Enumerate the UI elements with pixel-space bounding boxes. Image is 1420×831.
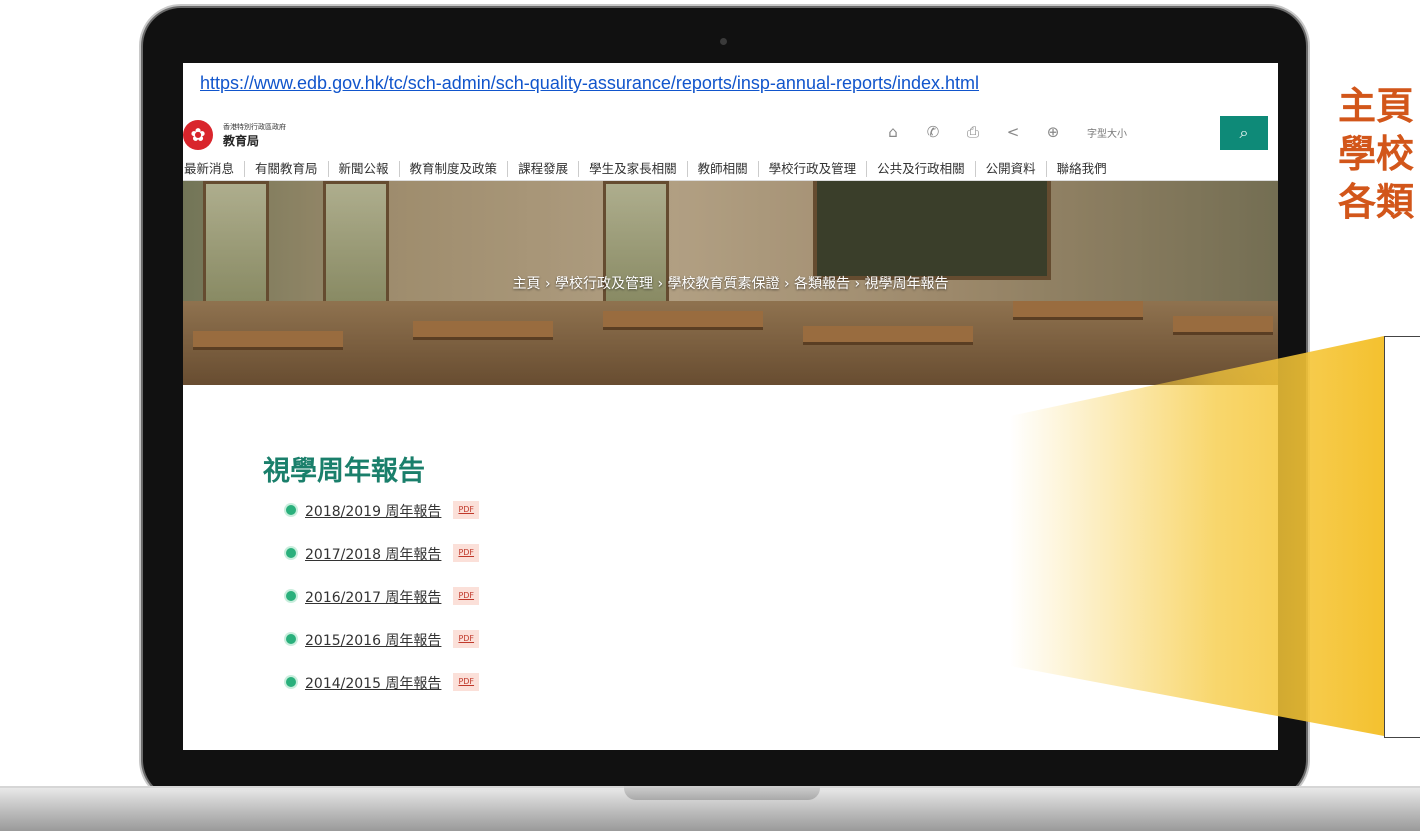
list-item: 2018/2019 周年報告 PDF [286, 501, 480, 544]
bauhinia-logo-icon: ✿ [183, 120, 213, 150]
main-nav: 最新消息 有關教育局 新聞公報 教育制度及政策 課程發展 學生及家長相關 教師相… [183, 158, 1278, 181]
nav-item-open-data[interactable]: 公開資料 [976, 161, 1047, 177]
pdf-badge-link[interactable]: PDF [453, 501, 480, 519]
report-link[interactable]: 2015/2016 周年報告 [305, 630, 441, 650]
nav-item-about-edb[interactable]: 有關教育局 [245, 161, 329, 177]
list-item: 2016/2017 周年報告 PDF [286, 587, 480, 630]
pdf-badge-link[interactable]: PDF [453, 544, 480, 562]
search-icon: ⌕ [1239, 123, 1249, 142]
breadcrumb: 主頁 › 學校行政及管理 › 學校教育質素保證 › 各類報告 › 視學周年報告 [512, 276, 949, 292]
search-button[interactable]: ⌕ [1220, 116, 1268, 150]
hero-banner: 主頁 › 學校行政及管理 › 學校教育質素保證 › 各類報告 › 視學周年報告 [183, 181, 1278, 385]
bullet-icon [286, 677, 296, 687]
report-list: 2018/2019 周年報告 PDF 2017/2018 周年報告 PDF 20… [286, 501, 480, 716]
overlay-heading-line: 各類 [1338, 180, 1415, 224]
nav-item-teachers[interactable]: 教師相關 [688, 161, 759, 177]
report-link[interactable]: 2014/2015 周年報告 [305, 673, 441, 693]
bullet-icon [286, 548, 296, 558]
nav-item-contact[interactable]: 聯絡我們 [1047, 161, 1117, 177]
nav-item-students-parents[interactable]: 學生及家長相關 [579, 161, 688, 177]
org-name: 教育局 [223, 133, 260, 148]
laptop-base-notch [624, 786, 820, 800]
site-logo[interactable]: ✿ 香港特別行政區政府 教育局 [183, 120, 286, 150]
nav-item-school-admin[interactable]: 學校行政及管理 [759, 161, 868, 177]
print-icon[interactable]: ⎙ [953, 123, 993, 141]
callout-box [1384, 336, 1420, 738]
overlay-heading: 主頁 學校 各類 [1338, 82, 1414, 226]
report-link[interactable]: 2017/2018 周年報告 [305, 544, 441, 564]
nav-item-policy[interactable]: 教育制度及政策 [400, 161, 509, 177]
phone-icon[interactable]: ✆ [913, 123, 953, 141]
page-url-link[interactable]: https://www.edb.gov.hk/tc/sch-admin/sch-… [200, 73, 979, 94]
browser-viewport: https://www.edb.gov.hk/tc/sch-admin/sch-… [183, 63, 1278, 750]
bullet-icon [286, 591, 296, 601]
page-title: 視學周年報告 [263, 456, 425, 487]
font-size-button[interactable]: 字型大小 [1087, 125, 1127, 140]
home-icon[interactable]: ⌂ [873, 123, 913, 141]
share-icon[interactable]: < [993, 123, 1033, 141]
bullet-icon [286, 634, 296, 644]
nav-item-press[interactable]: 新聞公報 [329, 161, 400, 177]
laptop-frame: https://www.edb.gov.hk/tc/sch-admin/sch-… [143, 8, 1306, 798]
globe-icon[interactable]: ⊕ [1033, 123, 1073, 141]
header-tools: ⌂ ✆ ⎙ < ⊕ 字型大小 [873, 123, 1147, 141]
org-small-title: 香港特別行政區政府 [223, 123, 286, 131]
report-link[interactable]: 2018/2019 周年報告 [305, 501, 441, 521]
nav-item-curriculum[interactable]: 課程發展 [508, 161, 580, 177]
nav-item-news[interactable]: 最新消息 [183, 161, 246, 177]
overlay-heading-line: 主頁 [1338, 84, 1415, 128]
pdf-badge-link[interactable]: PDF [453, 587, 480, 605]
list-item: 2017/2018 周年報告 PDF [286, 544, 480, 587]
overlay-heading-line: 學校 [1338, 132, 1415, 176]
bullet-icon [286, 505, 296, 515]
list-item: 2015/2016 周年報告 PDF [286, 630, 480, 673]
list-item: 2014/2015 周年報告 PDF [286, 673, 480, 716]
pdf-badge-link[interactable]: PDF [453, 630, 480, 648]
pdf-badge-link[interactable]: PDF [453, 673, 480, 691]
nav-item-public-admin[interactable]: 公共及行政相關 [867, 161, 976, 177]
report-link[interactable]: 2016/2017 周年報告 [305, 587, 441, 607]
camera-icon [720, 38, 727, 45]
